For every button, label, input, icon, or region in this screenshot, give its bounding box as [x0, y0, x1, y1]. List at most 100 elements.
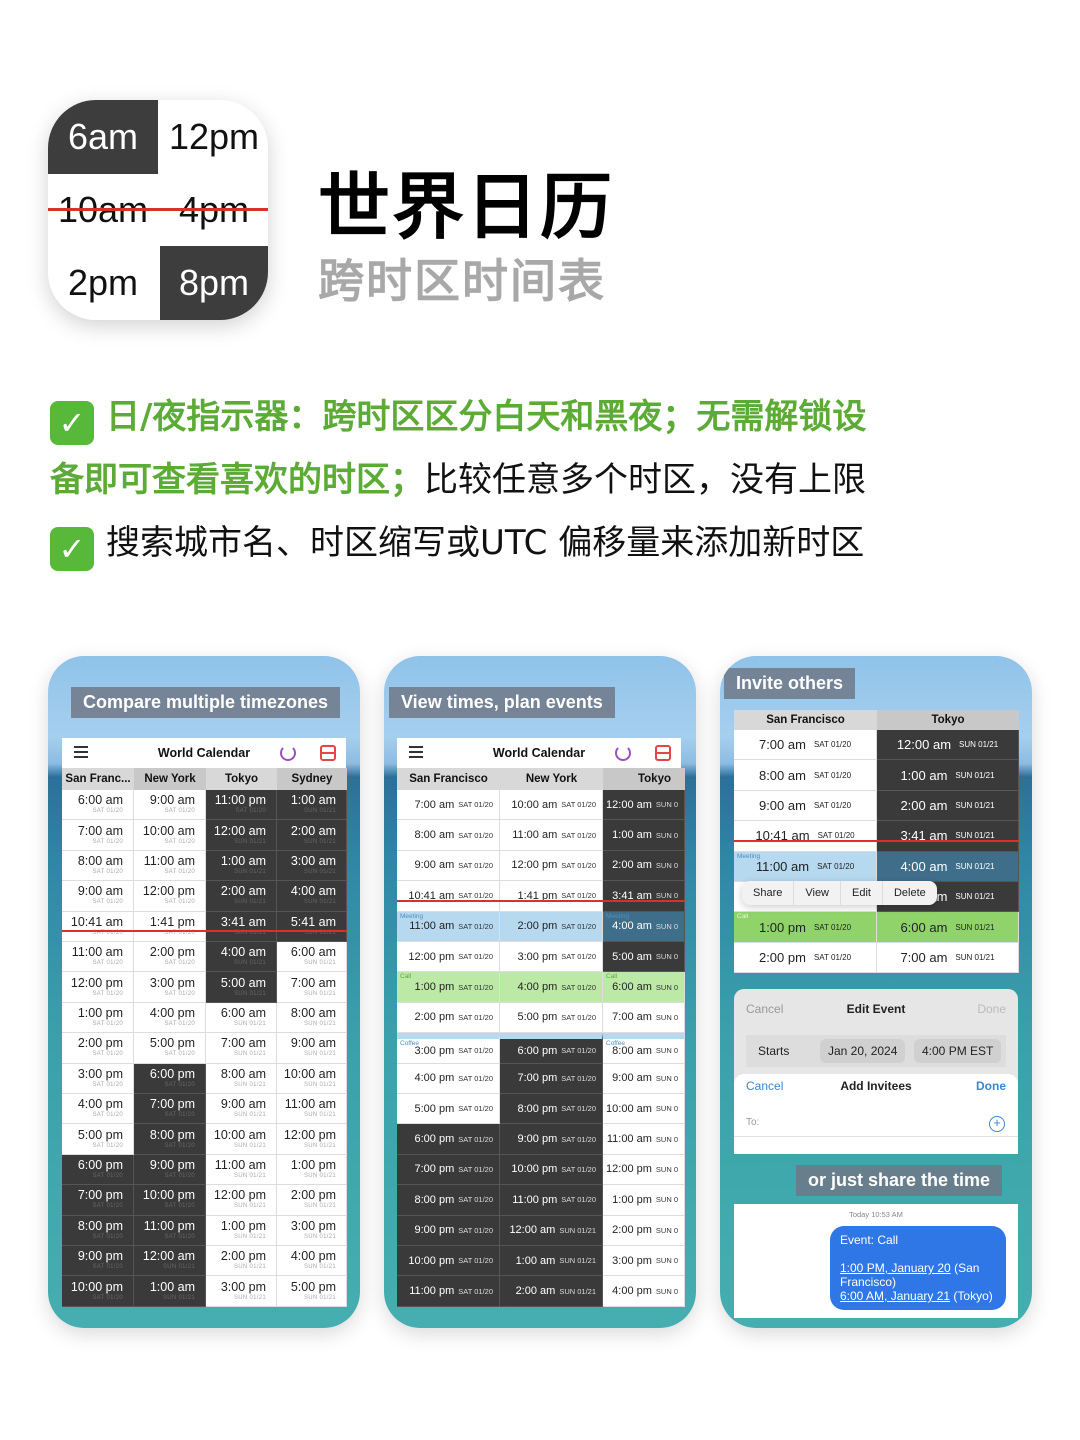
time-cell[interactable]: 1:00 am SUN 01/21 [206, 850, 277, 882]
time-cell[interactable]: 12:00 am SUN 01/21 [206, 820, 277, 851]
time-cell[interactable]: 10:00 pm SAT 01/20 [134, 1185, 206, 1216]
time-cell[interactable]: 10:00 am SUN 01/21 [277, 1063, 347, 1094]
time-cell[interactable]: 9:00 am SAT 01/20 [134, 790, 206, 821]
time-cell[interactable]: 2:00 pm SAT 01/20 [62, 1033, 134, 1064]
column-header[interactable]: Sydney [277, 768, 347, 790]
time-cell[interactable]: 6:00 pm SAT 01/20 [500, 1033, 603, 1064]
start-date-picker[interactable]: Jan 20, 2024 [820, 1039, 906, 1063]
time-cell[interactable]: 1:41 pm SAT 01/20 [134, 911, 206, 942]
time-cell[interactable]: Meeting 11:00 am SAT 01/20 [397, 911, 500, 942]
time-cell[interactable]: 8:00 am SUN 01/21 [206, 1063, 277, 1094]
time-cell[interactable]: 5:00 pm SAT 01/20 [62, 1124, 134, 1155]
time-cell[interactable]: 5:00 pm SUN 01/21 [277, 1276, 347, 1307]
done-button[interactable]: Done [977, 1002, 1006, 1016]
time-cell[interactable]: 4:00 pm SAT 01/20 [134, 1002, 206, 1034]
time-cell[interactable]: 3:00 pm SAT 01/20 [500, 942, 603, 973]
time-cell[interactable]: 10:00 am SAT 01/20 [134, 820, 206, 851]
time-cell[interactable]: Call 1:00 pm SAT 01/20 [734, 912, 877, 943]
time-cell[interactable]: 7:00 pm SAT 01/20 [134, 1094, 206, 1125]
time-cell[interactable]: 3:41 am SUN 01/21 [877, 821, 1019, 852]
time-cell[interactable]: 10:00 am SUN 01/21 [206, 1124, 277, 1155]
time-cell[interactable]: 9:00 pm SAT 01/20 [62, 1246, 134, 1277]
time-cell[interactable]: 4:00 pm SAT 01/20 [62, 1094, 134, 1125]
share-menu-item[interactable]: Share [742, 881, 795, 905]
time-cell[interactable]: 10:41 am SAT 01/20 [734, 821, 877, 852]
time-cell[interactable]: 11:00 am SUN 0 [603, 1124, 685, 1155]
time-cell[interactable]: Meeting 11:00 am SAT 01/20 [734, 851, 877, 882]
time-cell[interactable]: 3:00 pm SUN 01/21 [277, 1215, 347, 1246]
time-cell[interactable]: 8:00 pm SAT 01/20 [397, 1185, 500, 1216]
time-cell[interactable]: Call 6:00 am SUN 0 [603, 972, 685, 1003]
time-cell[interactable]: 1:00 pm SUN 0 [603, 1185, 685, 1216]
time-cell[interactable]: 2:00 am SUN 01/21 [877, 790, 1019, 822]
time-cell[interactable]: 12:00 pmSAT 01/20 [134, 881, 206, 912]
column-header[interactable]: New York [500, 768, 603, 790]
view-menu-item[interactable]: View [794, 881, 842, 905]
time-cell[interactable]: 11:00 pm SAT 01/20 [500, 1185, 603, 1216]
time-cell[interactable]: 9:00 am SAT 01/20 [62, 881, 134, 912]
list-icon[interactable] [409, 746, 423, 758]
column-header[interactable]: Tokyo [877, 710, 1019, 730]
time-cell[interactable]: 11:00 am SAT 01/20 [62, 942, 134, 973]
time-cell[interactable]: 6:00 pm SAT 01/20 [62, 1154, 134, 1186]
time-cell[interactable]: 11:00 pm SAT 01/20 [134, 1215, 206, 1246]
time-cell[interactable]: 9:00 am SAT 01/20 [397, 850, 500, 882]
to-input[interactable] [770, 1112, 978, 1130]
time-cell[interactable]: 7:00 pm SAT 01/20 [397, 1154, 500, 1186]
time-cell[interactable]: 10:41 am SAT 01/20 [397, 881, 500, 912]
time-cell[interactable]: 11:00 am SUN 01/21 [277, 1094, 347, 1125]
time-cell[interactable]: 7:00 am SUN 01/21 [206, 1033, 277, 1064]
time-cell[interactable]: 9:00 pm SAT 01/20 [134, 1154, 206, 1186]
time-cell[interactable]: 2:00 pm SAT 01/20 [397, 1002, 500, 1034]
time-link[interactable]: 1:00 PM, January 20 [840, 1261, 951, 1275]
time-cell[interactable]: 2:00 pm SUN 01/21 [277, 1185, 347, 1216]
time-cell[interactable]: 2:00 pm SUN 0 [603, 1215, 685, 1246]
time-cell[interactable]: 5:00 pm SAT 01/20 [500, 1002, 603, 1034]
refresh-icon[interactable] [280, 745, 296, 761]
time-cell[interactable]: 8:00 pm SAT 01/20 [500, 1094, 603, 1125]
time-cell[interactable]: 11:00 pm SAT 01/20 [206, 790, 277, 821]
time-cell[interactable]: 1:00 am SUN 01/21 [877, 760, 1019, 791]
time-cell[interactable]: 7:00 am SUN 01/21 [877, 942, 1019, 974]
column-header[interactable]: New York [134, 768, 206, 790]
time-cell[interactable]: 8:00 am SUN 01/21 [277, 1002, 347, 1034]
time-cell[interactable]: Meeting 4:00 am SUN 0 [603, 911, 685, 942]
column-header[interactable]: Tokyo [206, 768, 277, 790]
add-contact-icon[interactable]: + [989, 1116, 1005, 1132]
time-cell[interactable]: 10:00 am SAT 01/20 [500, 790, 603, 821]
time-cell[interactable]: 3:41 am SUN 0 [603, 881, 685, 912]
time-cell[interactable]: 4:00 pm SAT 01/20 [500, 972, 603, 1003]
time-cell[interactable]: 12:00 am SUN 01/21 [134, 1246, 206, 1277]
time-cell[interactable]: 2:00 am SUN 01/21 [500, 1276, 603, 1307]
time-cell[interactable]: 1:41 pm SAT 01/20 [500, 881, 603, 912]
time-cell[interactable]: 9:00 pm SAT 01/20 [500, 1124, 603, 1155]
time-cell[interactable]: 1:00 pm SAT 01/20 [62, 1002, 134, 1034]
time-cell[interactable]: 1:00 am SUN 01/21 [500, 1246, 603, 1277]
time-cell[interactable]: 8:00 am SAT 01/20 [734, 760, 877, 791]
message-bubble[interactable]: Event: Call 1:00 PM, January 20 (San Fra… [830, 1226, 1006, 1310]
column-header[interactable]: San Franc... [62, 768, 134, 790]
time-cell[interactable]: 10:00 pm SAT 01/20 [500, 1154, 603, 1186]
time-cell[interactable]: 10:41 am SAT 01/20 [62, 911, 134, 942]
time-cell[interactable]: 8:00 pm SAT 01/20 [134, 1124, 206, 1155]
time-cell[interactable]: 1:00 pm SUN 01/21 [206, 1215, 277, 1246]
time-cell[interactable]: Coffee 8:00 am SUN 0 [603, 1033, 685, 1064]
time-cell[interactable]: 2:00 am SUN 0 [603, 850, 685, 882]
time-cell[interactable]: 9:00 am SAT 01/20 [734, 790, 877, 822]
column-header[interactable]: San Francisco [734, 710, 877, 730]
time-cell[interactable]: 11:00 am SAT 01/20 [500, 820, 603, 851]
time-cell[interactable]: Coffee 3:00 pm SAT 01/20 [397, 1033, 500, 1064]
time-cell[interactable]: 6:00 pm SAT 01/20 [134, 1063, 206, 1094]
time-cell[interactable]: 12:00 pmSAT 01/20 [62, 972, 134, 1003]
time-cell[interactable]: 4:00 pm SUN 0 [603, 1276, 685, 1307]
time-cell[interactable]: 6:00 pm SAT 01/20 [397, 1124, 500, 1155]
time-cell[interactable]: 4:00 pm SAT 01/20 [397, 1063, 500, 1094]
time-cell[interactable]: 7:00 am SAT 01/20 [62, 820, 134, 851]
layout-icon[interactable] [320, 745, 336, 761]
time-cell[interactable]: 12:00 pmSAT 01/20 [500, 850, 603, 882]
column-header[interactable]: Tokyo [603, 768, 685, 790]
time-cell[interactable]: 9:00 am SUN 01/21 [206, 1094, 277, 1125]
time-cell[interactable]: 2:00 pm SUN 01/21 [206, 1246, 277, 1277]
time-cell[interactable]: 7:00 am SUN 01/21 [277, 972, 347, 1003]
time-cell[interactable]: 8:00 am SAT 01/20 [397, 820, 500, 851]
